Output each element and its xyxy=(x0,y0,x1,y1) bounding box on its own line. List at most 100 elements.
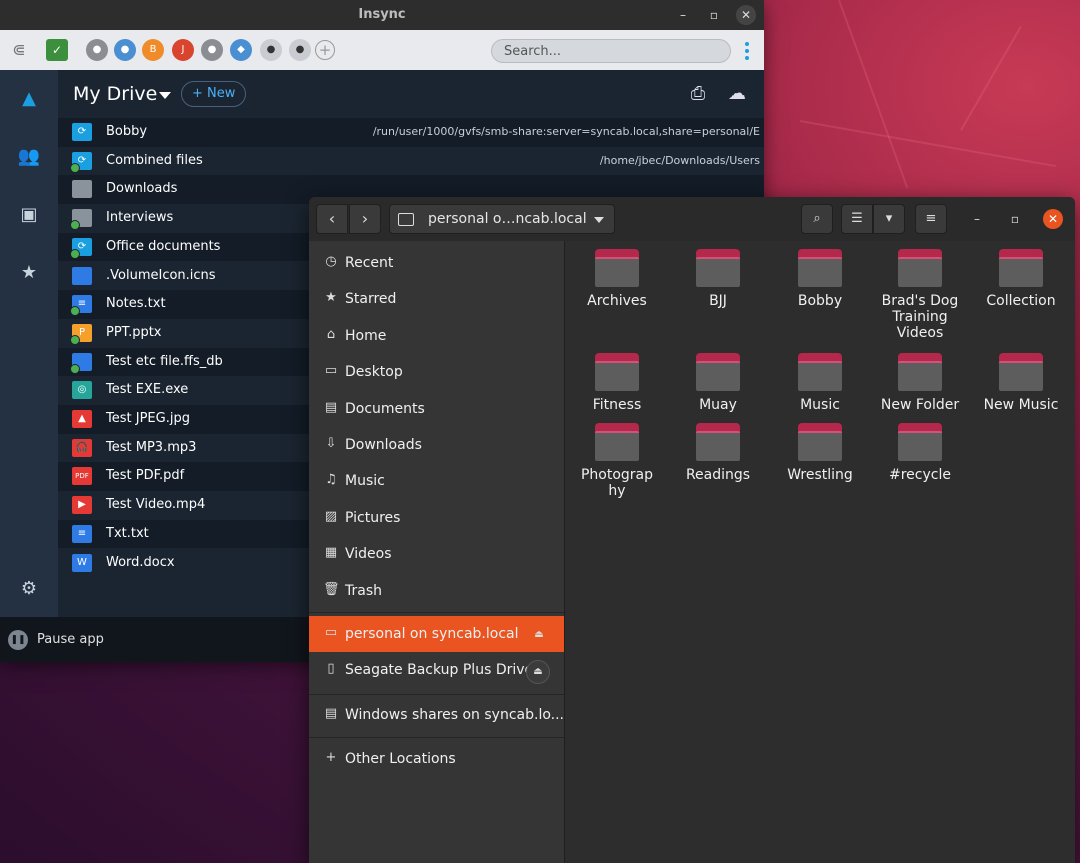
shared-people-icon[interactable]: 👥 xyxy=(17,145,41,169)
sidebar-item-home[interactable]: ⌂ Home xyxy=(309,318,564,354)
dropbox-account-icon[interactable]: ◆ xyxy=(230,39,252,61)
folder-item[interactable]: Bobby xyxy=(770,249,870,309)
location-button[interactable]: personal o…ncab.local xyxy=(389,204,615,234)
folder-label: #recycle xyxy=(889,467,951,483)
eject-icon[interactable]: ⏏ xyxy=(528,624,550,646)
files-window: ‹ › personal o…ncab.local ⌕ ☰ ▾ ≡ – ▫ ✕ … xyxy=(309,197,1075,863)
sidebar-item-label: Other Locations xyxy=(345,751,456,767)
video-file-icon: ▶ xyxy=(72,496,92,515)
sidebar-item-seagate-backup-plus-drive[interactable]: ▯ Seagate Backup Plus Drive ⏏ xyxy=(309,652,564,688)
account-avatar-icon[interactable]: ● xyxy=(114,39,136,61)
drive-icon[interactable]: ▲ xyxy=(17,87,41,111)
file-name: .VolumeIcon.icns xyxy=(106,267,216,283)
minimize-button[interactable]: – xyxy=(967,209,987,229)
sidebar-item-downloads[interactable]: ⇩ Downloads xyxy=(309,427,564,463)
more-menu-icon[interactable] xyxy=(744,40,750,62)
add-account-icon[interactable]: + xyxy=(315,40,335,60)
wallpaper-line xyxy=(960,26,1022,132)
account-avatar-icon[interactable]: ● xyxy=(86,39,108,61)
sidebar-item-documents[interactable]: ▤ Documents xyxy=(309,391,564,427)
sidebar-item-label: Documents xyxy=(345,400,425,417)
cloud-sync-icon[interactable]: ☁ xyxy=(722,82,752,106)
sidebar-item-trash[interactable]: 🗑 Trash xyxy=(309,573,564,609)
export-icon[interactable]: ⎙ xyxy=(686,82,710,106)
eject-icon[interactable]: ⏏ xyxy=(526,660,550,684)
file-name: Txt.txt xyxy=(106,525,149,541)
wifi-signal-icon[interactable]: ⋐ xyxy=(8,39,30,61)
sidebar-item-personal-on-syncab-local[interactable]: ▭ personal on syncab.local ⏏ xyxy=(309,616,564,652)
new-button[interactable]: + New xyxy=(181,81,247,107)
folder-item[interactable]: Music xyxy=(770,353,870,413)
sidebar-item-pictures[interactable]: ▨ Pictures xyxy=(309,500,564,536)
image-file-icon: ▲ xyxy=(72,410,92,428)
sidebar-item-music[interactable]: ♫ Music xyxy=(309,463,564,499)
chevron-down-icon[interactable] xyxy=(159,92,171,99)
folder-item[interactable]: Brad's Dog Training Videos xyxy=(870,249,970,341)
audio-file-icon: 🎧 xyxy=(72,438,92,457)
view-options-button[interactable]: ▾ xyxy=(873,204,905,234)
starred-icon[interactable]: ★ xyxy=(17,261,41,285)
synced-check-icon[interactable]: ✓ xyxy=(46,39,68,61)
minimize-button[interactable]: – xyxy=(673,5,693,25)
account-avatar-icon[interactable]: ● xyxy=(260,39,282,61)
folder-item[interactable]: Fitness xyxy=(567,353,667,413)
back-button[interactable]: ‹ xyxy=(316,204,348,234)
account-avatar-icon[interactable]: B xyxy=(142,39,164,61)
maximize-button[interactable]: ▫ xyxy=(1005,209,1025,229)
folder-icon xyxy=(696,353,740,391)
folder-icon xyxy=(999,249,1043,287)
close-button[interactable]: ✕ xyxy=(1043,209,1063,229)
shared-drives-icon[interactable]: ▣ xyxy=(17,203,41,227)
sidebar-item-videos[interactable]: ▦ Videos xyxy=(309,536,564,572)
account-avatar-icon[interactable]: ● xyxy=(201,39,223,61)
forward-button[interactable]: › xyxy=(349,204,381,234)
folder-item[interactable]: Collection xyxy=(971,249,1071,309)
pause-icon[interactable]: ❚❚ xyxy=(8,630,28,650)
account-avatar-icon[interactable]: J xyxy=(172,39,194,61)
insync-titlebar[interactable]: Insync – ▫ ✕ xyxy=(0,0,764,30)
drive-title[interactable]: My Drive xyxy=(73,83,157,105)
sync-check-icon xyxy=(70,363,80,374)
documents-icon: ▤ xyxy=(324,399,338,415)
account-avatar-icon[interactable]: ● xyxy=(289,39,311,61)
file-row[interactable]: ⟳ Bobby/run/user/1000/gvfs/smb-share:serv… xyxy=(58,118,764,147)
sidebar-item-desktop[interactable]: ▭ Desktop xyxy=(309,354,564,390)
sidebar-item-other-locations[interactable]: + Other Locations xyxy=(309,741,564,777)
exe-file-icon: ◎ xyxy=(72,381,92,400)
file-row[interactable]: ⟳ Combined files/home/jbec/Downloads/User… xyxy=(58,147,764,176)
sidebar-item-starred[interactable]: ★ Starred xyxy=(309,281,564,317)
sidebar-item-recent[interactable]: ◷ Recent xyxy=(309,245,564,281)
search-input[interactable]: Search... xyxy=(491,39,731,63)
maximize-button[interactable]: ▫ xyxy=(704,5,724,25)
drive-header: My Drive + New ⎙ ☁ xyxy=(58,70,764,118)
file-name: Test EXE.exe xyxy=(106,382,189,398)
folder-item[interactable]: Readings xyxy=(668,423,768,483)
folder-item[interactable]: Wrestling xyxy=(770,423,870,483)
trash-icon: 🗑 xyxy=(323,581,340,597)
folder-item[interactable]: Muay xyxy=(668,353,768,413)
search-button[interactable]: ⌕ xyxy=(801,204,833,234)
sidebar-item-windows-shares-on-syncab-lo[interactable]: ▤ Windows shares on syncab.lo... xyxy=(309,697,564,733)
folder-icon xyxy=(999,353,1043,391)
sidebar-item-label: Windows shares on syncab.lo... xyxy=(345,707,565,723)
account-settings-icon[interactable]: ⚙ xyxy=(17,577,41,601)
folder-item[interactable]: Photograp hy xyxy=(567,423,667,499)
folder-item[interactable]: New Music xyxy=(971,353,1071,413)
folder-icon xyxy=(696,249,740,287)
folder-item[interactable]: New Folder xyxy=(870,353,970,413)
pause-app-button[interactable]: Pause app xyxy=(37,632,104,647)
hamburger-menu-button[interactable]: ≡ xyxy=(915,204,947,234)
desktop-icon: ▭ xyxy=(324,363,338,379)
folder-item[interactable]: #recycle xyxy=(870,423,970,483)
folder-label: BJJ xyxy=(709,293,727,309)
close-button[interactable]: ✕ xyxy=(736,5,756,25)
list-view-button[interactable]: ☰ xyxy=(841,204,873,234)
sidebar-separator xyxy=(309,737,564,738)
file-name: Notes.txt xyxy=(106,296,166,312)
word-file-icon: W xyxy=(72,553,92,572)
folder-item[interactable]: Archives xyxy=(567,249,667,309)
folder-item[interactable]: BJJ xyxy=(668,249,768,309)
sidebar-item-label: personal on syncab.local xyxy=(345,626,519,642)
folder-icon xyxy=(798,249,842,287)
sidebar-separator xyxy=(309,694,564,695)
